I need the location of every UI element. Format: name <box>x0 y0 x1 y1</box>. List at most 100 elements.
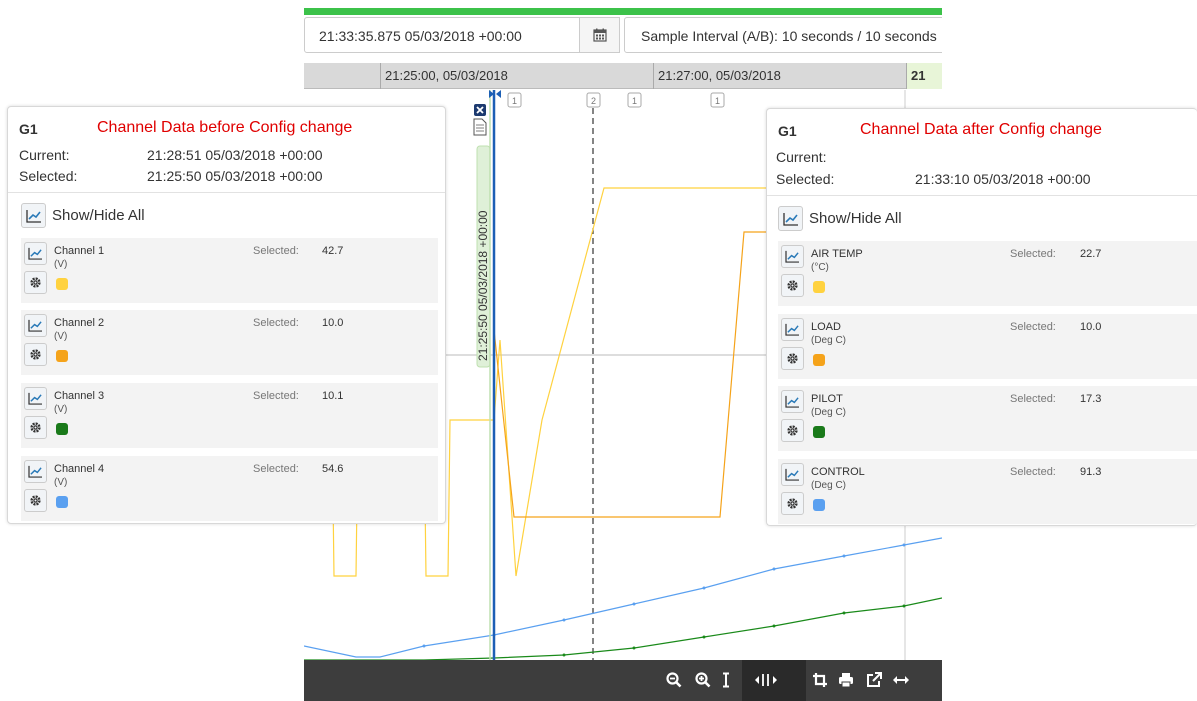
channel-unit: (Deg C) <box>811 407 847 418</box>
marker-label: 1 <box>512 96 517 106</box>
chart-toggle-icon[interactable] <box>24 314 47 337</box>
selected-value: 91.3 <box>1080 466 1102 478</box>
channel-unit: (V) <box>54 331 68 342</box>
datetime-input[interactable]: 21:33:35.875 05/03/2018 +00:00 <box>304 17 580 53</box>
divider <box>8 192 445 193</box>
channel-unit: (°C) <box>811 262 829 273</box>
time-tick: 21:27:00, 05/03/2018 <box>653 63 781 89</box>
horizontal-fit-icon[interactable] <box>892 672 910 688</box>
calendar-button[interactable] <box>580 17 620 53</box>
marker-label: 2 <box>591 96 596 106</box>
chart-toggle-icon[interactable] <box>781 318 804 341</box>
sample-interval-dropdown[interactable]: Sample Interval (A/B): 10 seconds / 10 s… <box>624 17 942 53</box>
annotation-label: Channel Data before Config change <box>97 119 353 136</box>
channel-name: LOAD <box>811 321 841 333</box>
show-hide-all-button[interactable]: Show/Hide All <box>778 206 902 231</box>
cursor-time-label: 21:25:50 05/03/2018 +00:00 <box>476 210 490 361</box>
selected-label: Selected: <box>1010 248 1056 260</box>
gear-icon[interactable] <box>24 416 47 439</box>
channel-name: Channel 2 <box>54 317 105 329</box>
chart-toggle-icon[interactable] <box>781 245 804 268</box>
gear-icon[interactable] <box>781 347 804 370</box>
marker-label: 1 <box>632 96 637 106</box>
channel-name: Channel 1 <box>54 245 105 257</box>
color-swatch[interactable] <box>813 426 825 438</box>
gear-icon[interactable] <box>24 343 47 366</box>
channel-name: AIR TEMP <box>811 248 863 260</box>
selected-label: Selected: <box>253 245 299 257</box>
channel-unit: (Deg C) <box>811 480 847 491</box>
channel-name: CONTROL <box>811 466 865 478</box>
selected-value: 17.3 <box>1080 393 1102 405</box>
color-swatch[interactable] <box>56 496 68 508</box>
chart-toggle-icon[interactable] <box>781 390 804 413</box>
marker-label: 1 <box>715 96 720 106</box>
print-icon[interactable] <box>838 672 854 688</box>
channel-unit: (Deg C) <box>811 335 847 346</box>
gear-icon[interactable] <box>781 492 804 515</box>
current-value: 21:28:51 05/03/2018 +00:00 <box>147 147 323 163</box>
group-title: G1 <box>778 123 797 139</box>
gear-icon[interactable] <box>24 489 47 512</box>
selected-label: Selected: <box>776 171 835 187</box>
show-hide-all-label: Show/Hide All <box>52 207 145 224</box>
channel-unit: (V) <box>54 477 68 488</box>
group-title: G1 <box>19 121 38 137</box>
selected-value: 10.0 <box>1080 321 1102 333</box>
channel-row: Channel 4 (V) Selected: 54.6 <box>21 456 438 521</box>
selected-label: Selected: <box>253 317 299 329</box>
chart-toggle-icon[interactable] <box>24 242 47 265</box>
gear-icon[interactable] <box>24 271 47 294</box>
cursor-mode-icon[interactable] <box>754 672 778 688</box>
event-markers[interactable]: 1 2 1 1 <box>507 92 725 108</box>
selected-label: Selected: <box>253 390 299 402</box>
channel-row: Channel 1 (V) Selected: 42.7 <box>21 238 438 303</box>
channel-row: CONTROL (Deg C) Selected: 91.3 <box>778 459 1197 524</box>
gear-icon[interactable] <box>781 274 804 297</box>
popout-icon[interactable] <box>866 672 882 688</box>
channel-panel-after: G1 Channel Data after Config change Curr… <box>766 108 1197 526</box>
selected-label: Selected: <box>1010 321 1056 333</box>
vertical-scale-icon[interactable] <box>722 672 730 688</box>
gear-icon[interactable] <box>781 419 804 442</box>
color-swatch[interactable] <box>813 354 825 366</box>
color-swatch[interactable] <box>56 278 68 290</box>
document-icon[interactable] <box>473 118 487 136</box>
color-swatch[interactable] <box>56 350 68 362</box>
channel-row: Channel 2 (V) Selected: 10.0 <box>21 310 438 375</box>
crop-icon[interactable] <box>812 672 828 688</box>
time-axis: 21:25:00, 05/03/2018 21:27:00, 05/03/201… <box>304 63 942 89</box>
channel-row: AIR TEMP (°C) Selected: 22.7 <box>778 241 1197 306</box>
chart-toggle-icon[interactable] <box>781 463 804 486</box>
channel-unit: (V) <box>54 259 68 270</box>
color-swatch[interactable] <box>56 423 68 435</box>
selected-value: 21:33:10 05/03/2018 +00:00 <box>915 171 1091 187</box>
zoom-out-icon[interactable] <box>666 672 682 688</box>
selected-label: Selected: <box>1010 393 1056 405</box>
status-bar <box>304 8 942 15</box>
channel-row: Channel 3 (V) Selected: 10.1 <box>21 383 438 448</box>
divider <box>767 195 1197 196</box>
color-swatch[interactable] <box>813 281 825 293</box>
selected-value: 10.0 <box>322 317 344 329</box>
color-swatch[interactable] <box>813 499 825 511</box>
show-hide-all-button[interactable]: Show/Hide All <box>21 203 145 228</box>
chart-toggle-icon[interactable] <box>24 460 47 483</box>
chart-toggle-icon[interactable] <box>24 387 47 410</box>
channel-unit: (V) <box>54 404 68 415</box>
chart-icon <box>778 206 803 231</box>
selected-value: 21:25:50 05/03/2018 +00:00 <box>147 168 323 184</box>
current-label: Current: <box>776 149 827 165</box>
cursor-handle-icon[interactable] <box>496 90 501 98</box>
selected-label: Selected: <box>1010 466 1056 478</box>
time-tick: 21 <box>906 63 942 89</box>
series-channel-4 <box>304 537 942 658</box>
current-label: Current: <box>19 147 70 163</box>
channel-name: PILOT <box>811 393 843 405</box>
zoom-in-icon[interactable] <box>695 672 711 688</box>
channel-row: LOAD (Deg C) Selected: 10.0 <box>778 314 1197 379</box>
selected-label: Selected: <box>253 463 299 475</box>
bottom-toolbar <box>304 660 942 701</box>
time-tick: 21:25:00, 05/03/2018 <box>380 63 508 89</box>
selected-value: 42.7 <box>322 245 344 257</box>
